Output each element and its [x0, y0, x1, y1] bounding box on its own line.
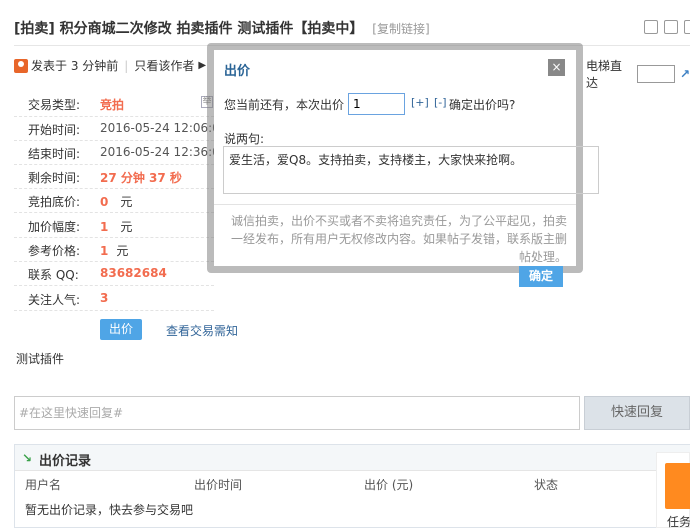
popularity-value: 3 [100, 291, 109, 305]
quick-reply-button[interactable]: 快速回复 [584, 396, 690, 430]
row-divider [14, 212, 214, 213]
dialog-title: 出价 [224, 64, 251, 79]
close-icon[interactable]: × [548, 59, 565, 76]
bid-prompt: 您当前还有，本次出价 [224, 98, 345, 112]
start-label: 开始时间: [28, 123, 81, 137]
step-label: 加价幅度: [28, 220, 81, 234]
bid-button[interactable]: 出价 [100, 319, 142, 340]
comment-textarea[interactable]: 爱生活，爱Q8。支持拍卖，支持楼主，大家快来抢啊。 [223, 146, 599, 194]
next-thread-icon[interactable] [684, 20, 690, 34]
meta-divider: | [124, 58, 129, 73]
bid-records-panel: ↘ 出价记录 用户名 出价时间 出价 (元) 状态 暂无出价记录，快去参与交易吧 [14, 444, 690, 528]
step-value: 1 [100, 220, 109, 234]
task-label: 任务 [667, 515, 690, 528]
row-divider [14, 116, 214, 117]
col-status: 状态 [534, 478, 559, 492]
dialog-divider [214, 204, 576, 205]
confirm-question: 确定出价吗? [449, 98, 516, 112]
author-only-link[interactable]: 只看该作者 [134, 57, 194, 74]
task-badge [665, 463, 690, 509]
type-value: 竞拍 [100, 98, 125, 112]
bid-records-title: 出价记录 [39, 454, 92, 469]
elevator: 电梯直达 ↗ [586, 57, 690, 91]
col-bid-amount: 出价 (元) [364, 478, 414, 492]
bid-amount-input[interactable]: 1 [348, 93, 405, 115]
type-label: 交易类型: [28, 98, 81, 112]
thread-title: [拍卖] 积分商城二次修改 拍卖插件 测试插件【拍卖中】 [复制链接] [14, 18, 430, 38]
step-value-group: 1元 [100, 218, 132, 235]
ref-label: 参考价格: [28, 244, 81, 258]
row-divider [14, 261, 214, 262]
col-username: 用户名 [25, 478, 62, 492]
bid-records-empty: 暂无出价记录，快去参与交易吧 [25, 503, 194, 517]
copy-link[interactable]: [复制链接] [372, 22, 429, 36]
go-arrow-icon[interactable]: ↗ [680, 67, 690, 81]
bid-dialog: 出价 × 您当前还有，本次出价 1 [+] [-] 确定出价吗? 说两句: 爱生… [214, 50, 599, 266]
row-divider [14, 164, 214, 165]
ref-unit: 元 [116, 244, 129, 258]
quick-reply-input[interactable]: #在这里快速回复# [14, 396, 580, 430]
ref-value-group: 1元 [100, 242, 128, 259]
elevator-input[interactable] [636, 65, 675, 83]
qq-value: 83682684 [100, 266, 167, 280]
row-divider [14, 310, 214, 311]
remain-label: 剩余时间: [28, 171, 81, 185]
popularity-label: 关注人气: [28, 293, 81, 307]
thread-title-text: [拍卖] 积分商城二次修改 拍卖插件 测试插件【拍卖中】 [14, 21, 364, 37]
qq-label: 联系 QQ: [28, 268, 79, 282]
trade-notice-link[interactable]: 查看交易需知 [166, 322, 238, 339]
caret-right-icon[interactable]: ▶ [198, 60, 206, 71]
remain-value: 27 分钟 37 秒 [100, 171, 182, 185]
header-tools [644, 20, 690, 34]
confirm-bid-button[interactable]: 确定 [519, 266, 563, 287]
task-widget[interactable]: 任务 [656, 452, 690, 528]
floor-label: 竞拍底价: [28, 195, 81, 209]
comment-label: 说两句: [224, 132, 265, 146]
dialog-disclaimer: 诚信拍卖，出价不买或者不卖将追究责任，为了公平起见，拍卖一经发布，所有用户无权修… [230, 214, 567, 264]
row-divider [14, 140, 214, 141]
ref-value: 1 [100, 244, 109, 258]
posted-time: 发表于 3 分钟前 [31, 59, 119, 73]
prev-thread-icon[interactable] [664, 20, 678, 34]
row-divider [14, 188, 214, 189]
user-icon [14, 58, 28, 73]
post-body: 测试插件 [16, 352, 65, 366]
end-label: 结束时间: [28, 147, 81, 161]
floor-unit: 元 [120, 195, 133, 209]
increase-bid-button[interactable]: [+] [411, 96, 429, 109]
floor-value: 0 [100, 195, 109, 209]
col-bid-time: 出价时间 [194, 478, 243, 492]
row-divider [14, 285, 214, 286]
decrease-bid-button[interactable]: [-] [434, 96, 447, 109]
row-divider [14, 237, 214, 238]
arrow-down-right-icon: ↘ [22, 451, 33, 465]
floor-value-group: 0元 [100, 193, 132, 210]
print-icon[interactable] [644, 20, 658, 34]
bid-records-header: ↘ 出价记录 [15, 445, 690, 471]
elevator-label: 电梯直达 [586, 59, 623, 90]
step-unit: 元 [120, 220, 133, 234]
post-meta: 发表于 3 分钟前 | 只看该作者 ▶ [14, 57, 206, 74]
